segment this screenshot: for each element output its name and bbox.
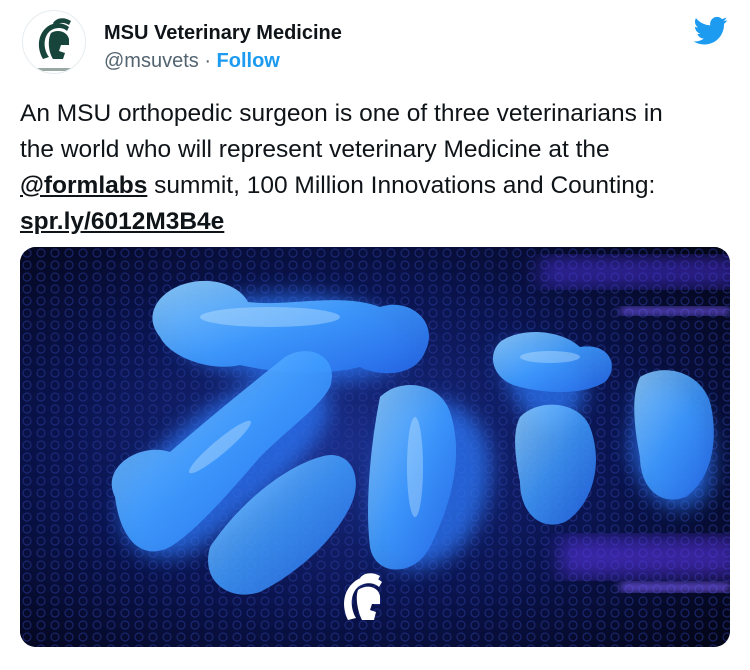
author-meta: @msuvets · Follow <box>104 50 280 73</box>
tweet-media-image[interactable] <box>20 247 730 647</box>
spartan-helmet-icon <box>38 18 71 59</box>
tweet-line-3-text: summit, 100 Million Innovations and Coun… <box>147 172 656 199</box>
author-handle[interactable]: @msuvets <box>104 50 199 72</box>
author-name[interactable]: MSU Veterinary Medicine <box>104 22 342 45</box>
follow-button[interactable]: Follow <box>217 50 280 72</box>
tweet-card: MSU Veterinary Medicine @msuvets · Follo… <box>0 0 750 670</box>
formlabs-mention-link[interactable]: @formlabs <box>20 172 147 199</box>
tweet-line-1: An MSU orthopedic surgeon is one of thre… <box>20 100 663 127</box>
tweet-short-link[interactable]: spr.ly/6012M3B4e <box>20 208 224 235</box>
bone-models-photo <box>20 247 730 647</box>
author-avatar[interactable] <box>22 10 86 74</box>
tweet-line-3: @formlabs summit, 100 Million Innovation… <box>20 168 736 204</box>
tweet-line-2: the world who will represent veterinary … <box>20 136 610 163</box>
avatar-caption-strip <box>32 68 78 71</box>
tweet-text: An MSU orthopedic surgeon is one of thre… <box>20 96 736 240</box>
twitter-bird-icon[interactable] <box>694 16 728 46</box>
separator-dot: · <box>204 50 217 72</box>
tweet-line-4: spr.ly/6012M3B4e <box>20 204 736 240</box>
